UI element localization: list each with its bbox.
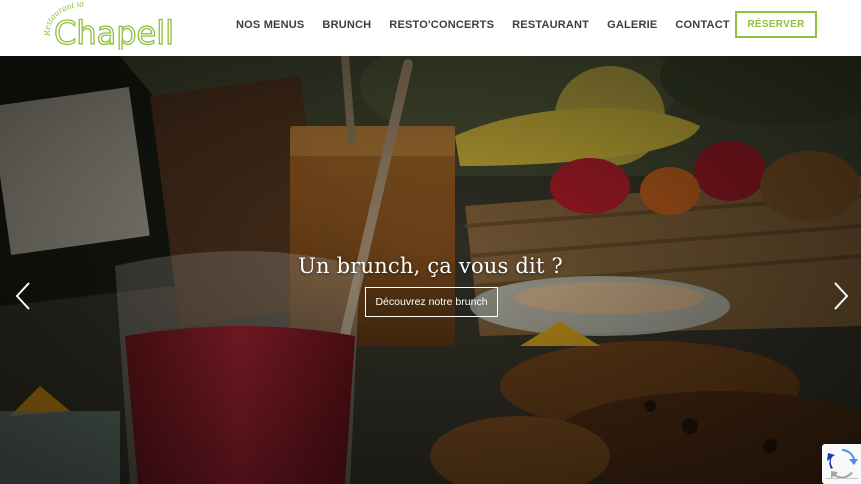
reserve-button[interactable]: RÉSERVER: [735, 11, 817, 38]
nav-item-restaurant[interactable]: RESTAURANT: [512, 17, 589, 33]
chevron-right-icon: [834, 282, 849, 310]
recaptcha-badge[interactable]: [822, 444, 861, 484]
discover-brunch-button[interactable]: Découvrez notre brunch: [365, 287, 498, 317]
logo-main-text: Chapelle: [54, 14, 172, 50]
hero-slider: Un brunch, ça vous dit ? Découvrez notre…: [0, 56, 861, 484]
slider-next-button[interactable]: [830, 282, 850, 310]
nav-item-contact[interactable]: CONTACT: [675, 17, 729, 33]
nav-item-brunch[interactable]: BRUNCH: [322, 17, 371, 33]
site-header: Restaurant la Chapelle NOS MENUS BRUNCH …: [0, 0, 861, 56]
main-nav: NOS MENUS BRUNCH RESTO'CONCERTS RESTAURA…: [236, 17, 730, 33]
slider-prev-button[interactable]: [14, 282, 34, 310]
nav-item-nos-menus[interactable]: NOS MENUS: [236, 17, 304, 33]
nav-item-galerie[interactable]: GALERIE: [607, 17, 657, 33]
hero-title: Un brunch, ça vous dit ?: [298, 254, 563, 278]
recaptcha-icon: [826, 449, 858, 479]
chevron-left-icon: [15, 282, 30, 310]
nav-item-resto-concerts[interactable]: RESTO'CONCERTS: [389, 17, 494, 33]
page: Restaurant la Chapelle NOS MENUS BRUNCH …: [0, 0, 861, 484]
site-logo[interactable]: Restaurant la Chapelle: [44, 2, 172, 50]
